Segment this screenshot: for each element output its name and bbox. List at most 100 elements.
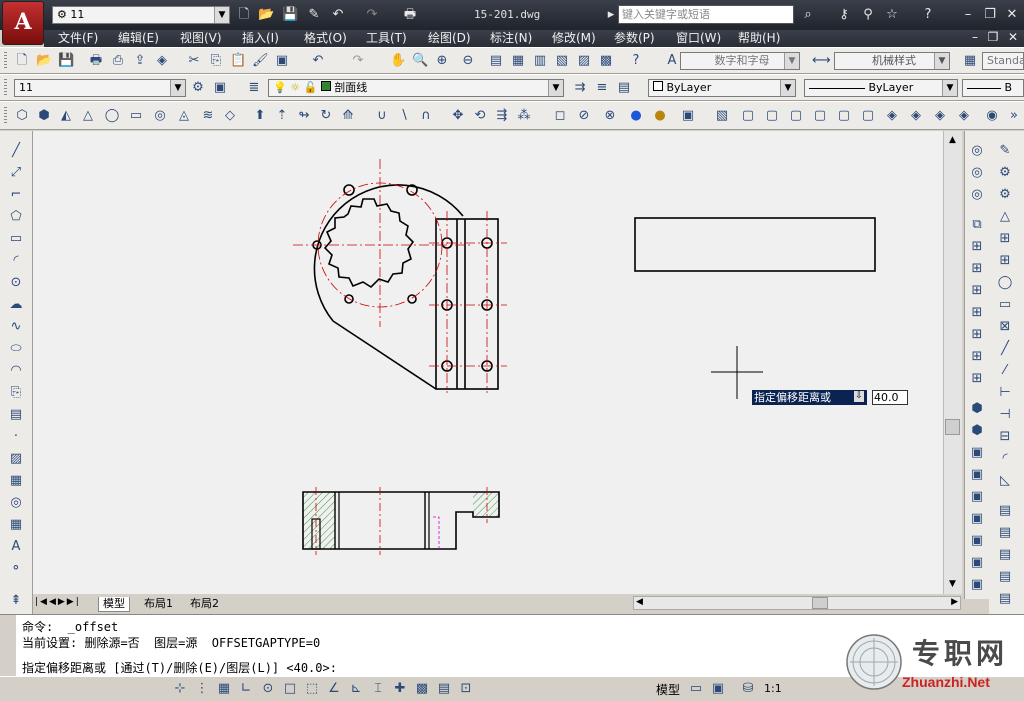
jogged-linear-icon[interactable]: ▤ [997, 503, 1013, 519]
calculator-icon[interactable]: ▩ [598, 53, 614, 69]
selection-cycling-icon[interactable]: ⊡ [458, 681, 474, 697]
torus-icon[interactable]: ◎ [152, 108, 168, 124]
object-snap-icon[interactable]: □ [282, 681, 298, 697]
continue-icon[interactable]: ⁄ [997, 363, 1013, 379]
binoculars-icon[interactable]: ⌕ [800, 7, 816, 23]
stretch-icon[interactable]: ⊞ [969, 327, 985, 343]
center-mark-icon[interactable]: ◜ [997, 451, 1013, 467]
section-plane-icon[interactable]: ▧ [714, 108, 730, 124]
scroll-right-arrow-icon[interactable]: ▶ [951, 597, 958, 607]
join-icon[interactable]: ⬢ [969, 423, 985, 439]
zoom-window-icon[interactable]: ⊕ [434, 53, 450, 69]
save-as-icon[interactable]: ✎ [306, 7, 322, 23]
pyramid-icon[interactable]: ◬ [176, 108, 192, 124]
planar-surface-icon[interactable]: ◇ [222, 108, 238, 124]
tab-model[interactable]: 模型 [98, 597, 130, 612]
subscription-key-icon[interactable]: ⚷ [836, 7, 852, 23]
help-icon[interactable]: ? [920, 7, 936, 23]
extrude-icon[interactable]: ⬆ [252, 108, 268, 124]
presspull-icon[interactable]: ⇡ [274, 108, 290, 124]
menu-modify[interactable]: 修改(M) [552, 31, 596, 46]
add-selected-icon[interactable]: ⚬ [8, 561, 24, 577]
extend-icon[interactable]: ⊞ [969, 371, 985, 387]
command-prompt-line[interactable]: 指定偏移距离或 [通过(T)/删除(E)/图层(L)] <40.0>: [22, 659, 337, 676]
cone-icon[interactable]: △ [80, 108, 96, 124]
plot-icon[interactable]: 🖶 [402, 7, 418, 23]
layer-previous-icon[interactable]: ≡ [594, 80, 610, 96]
array-icon[interactable]: ⊞ [969, 239, 985, 255]
view-bottom-icon[interactable]: ▢ [836, 108, 852, 124]
box-icon[interactable]: ⬢ [36, 108, 52, 124]
quick-dim-icon[interactable]: ⊠ [997, 319, 1013, 335]
close-icon[interactable]: ✕ [1004, 7, 1020, 23]
materials-icon[interactable]: ● [652, 108, 668, 124]
revolve-icon[interactable]: ↻ [318, 108, 334, 124]
help-icon[interactable]: ? [628, 53, 644, 69]
intersect-icon[interactable]: ∩ [418, 108, 434, 124]
3d-dwf-icon[interactable]: ◈ [154, 53, 170, 69]
annotation-scale-value[interactable]: 1:1 [764, 682, 782, 695]
communication-center-icon[interactable]: ⚲ [860, 7, 876, 23]
search-input[interactable]: 键入关键字或短语 [618, 5, 794, 24]
thicken-icon[interactable]: ▣ [969, 555, 985, 571]
save-icon[interactable]: 💾 [58, 53, 74, 69]
new-file-icon[interactable]: 🗋 [236, 7, 252, 23]
save-icon[interactable]: 💾 [282, 7, 298, 23]
quick-view-layouts-icon[interactable]: ▭ [688, 681, 704, 697]
revision-cloud-icon[interactable]: ☁ [8, 297, 24, 313]
drawing-canvas[interactable] [33, 131, 943, 594]
se-iso-icon[interactable]: ◈ [908, 108, 924, 124]
view-left-icon[interactable]: ▢ [788, 108, 804, 124]
application-menu-button[interactable]: A [2, 1, 44, 45]
polar-tracking-icon[interactable]: ⊙ [260, 681, 276, 697]
layer-select[interactable]: 💡 ☼ 🔓 剖面线 ▼ [268, 79, 564, 97]
color-select[interactable]: ByLayer ▼ [648, 79, 796, 97]
restore-icon[interactable]: ❐ [982, 7, 998, 23]
gradient-icon[interactable]: ▦ [8, 473, 24, 489]
aligned-dim-icon[interactable]: ⚙ [997, 165, 1013, 181]
publish-icon[interactable]: ⇪ [132, 53, 148, 69]
hidden-icon[interactable]: ⊘ [576, 108, 592, 124]
lineweight-select[interactable]: B [962, 79, 1024, 97]
fillet-icon[interactable]: ▣ [969, 467, 985, 483]
ellipse-arc-icon[interactable]: ◠ [8, 363, 24, 379]
tab-nav-arrows-icon[interactable]: |◀◀▶▶| [35, 597, 81, 607]
linear-dim-icon[interactable]: ✎ [997, 143, 1013, 159]
ne-iso-icon[interactable]: ◈ [932, 108, 948, 124]
infer-constraints-icon[interactable]: ⊹ [172, 681, 188, 697]
2d-wireframe-icon[interactable]: ◻ [552, 108, 568, 124]
menu-help[interactable]: 帮助(H) [738, 31, 780, 46]
markup-icon[interactable]: ▨ [576, 53, 592, 69]
nw-iso-icon[interactable]: ◈ [956, 108, 972, 124]
spline-icon[interactable]: ∿ [8, 319, 24, 335]
sheet-set-icon[interactable]: ▧ [554, 53, 570, 69]
menu-edit[interactable]: 编辑(E) [118, 31, 159, 46]
menu-parameters[interactable]: 参数(P) [614, 31, 655, 46]
erase-icon[interactable]: ◎ [969, 143, 985, 159]
open-icon[interactable]: 📂 [36, 53, 52, 69]
polygon-icon[interactable]: ⬠ [8, 209, 24, 225]
grid-display-icon[interactable]: ▦ [216, 681, 232, 697]
scale-icon[interactable]: ⊞ [969, 305, 985, 321]
angular-icon[interactable]: ▭ [997, 297, 1013, 313]
workspace-select[interactable]: 11 ▼ [14, 79, 186, 97]
command-window-grip[interactable] [0, 615, 16, 677]
view-back-icon[interactable]: ▢ [860, 108, 876, 124]
arc-icon[interactable]: ◜ [8, 253, 24, 269]
polysolid-icon[interactable]: ⬡ [14, 108, 30, 124]
table-style-select[interactable]: Standa [982, 52, 1024, 70]
sweep-icon[interactable]: ↬ [296, 108, 312, 124]
dim-style-icon[interactable]: ▤ [997, 591, 1013, 607]
inspection-icon[interactable]: ◺ [997, 473, 1013, 489]
copy-icon[interactable]: ⎘ [208, 53, 224, 69]
rectangle-icon[interactable]: ▭ [8, 231, 24, 247]
horizontal-scrollbar[interactable]: ◀ ▶ [633, 596, 961, 610]
menu-window[interactable]: 窗口(W) [676, 31, 721, 46]
make-block-icon[interactable]: ▤ [8, 407, 24, 423]
dim-edit-icon[interactable]: ▤ [997, 525, 1013, 541]
cut-icon[interactable]: ✂ [186, 53, 202, 69]
construction-line-icon[interactable]: ⤢ [8, 165, 24, 181]
loft-icon[interactable]: ⟰ [340, 108, 356, 124]
sw-iso-icon[interactable]: ◈ [884, 108, 900, 124]
redo-icon[interactable]: ↷ [350, 53, 366, 69]
